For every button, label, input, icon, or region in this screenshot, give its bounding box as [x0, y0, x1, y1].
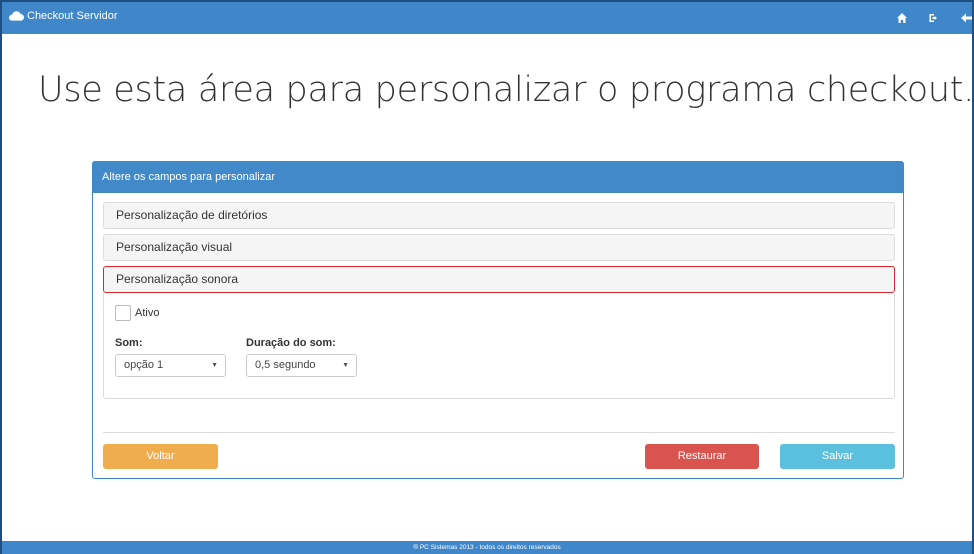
sound-settings-body: Ativo Som: opção 1 ▼ Duração do som: 0,5… [103, 293, 895, 399]
top-navbar: Checkout Servidor [2, 2, 972, 34]
accordion-visual[interactable]: Personalização visual [103, 234, 895, 261]
duracao-value: 0,5 segundo [255, 359, 316, 371]
duracao-label: Duração do som: [246, 337, 336, 349]
ativo-checkbox[interactable] [115, 305, 131, 321]
top-icons [876, 11, 972, 23]
duracao-select[interactable]: 0,5 segundo ▼ [246, 354, 357, 377]
sign-out-icon[interactable] [928, 11, 940, 23]
ativo-label: Ativo [135, 307, 160, 319]
accordion-sound[interactable]: Personalização sonora [103, 266, 895, 293]
app-title: Checkout Servidor [27, 10, 118, 22]
page-headline: Use esta área para personalizar o progra… [38, 70, 974, 110]
panel-heading: Altere os campos para personalizar [93, 162, 903, 193]
home-icon[interactable] [896, 11, 908, 23]
settings-panel: Altere os campos para personalizar Perso… [92, 161, 904, 479]
divider [103, 432, 895, 433]
som-select[interactable]: opção 1 ▼ [115, 354, 226, 377]
som-value: opção 1 [124, 359, 164, 371]
caret-down-icon: ▼ [342, 362, 349, 369]
som-label: Som: [115, 337, 143, 349]
voltar-button[interactable]: Voltar [103, 444, 218, 469]
back-arrow-icon[interactable] [960, 11, 972, 23]
ativo-row: Ativo [115, 305, 159, 321]
cloud-icon [9, 11, 24, 21]
app-brand[interactable]: Checkout Servidor [8, 10, 118, 22]
accordion-directories[interactable]: Personalização de diretórios [103, 202, 895, 229]
salvar-button[interactable]: Salvar [780, 444, 895, 469]
caret-down-icon: ▼ [211, 362, 218, 369]
footer: ® PC Sistemas 2013 - todos os direitos r… [2, 541, 972, 554]
restaurar-button[interactable]: Restaurar [645, 444, 759, 469]
